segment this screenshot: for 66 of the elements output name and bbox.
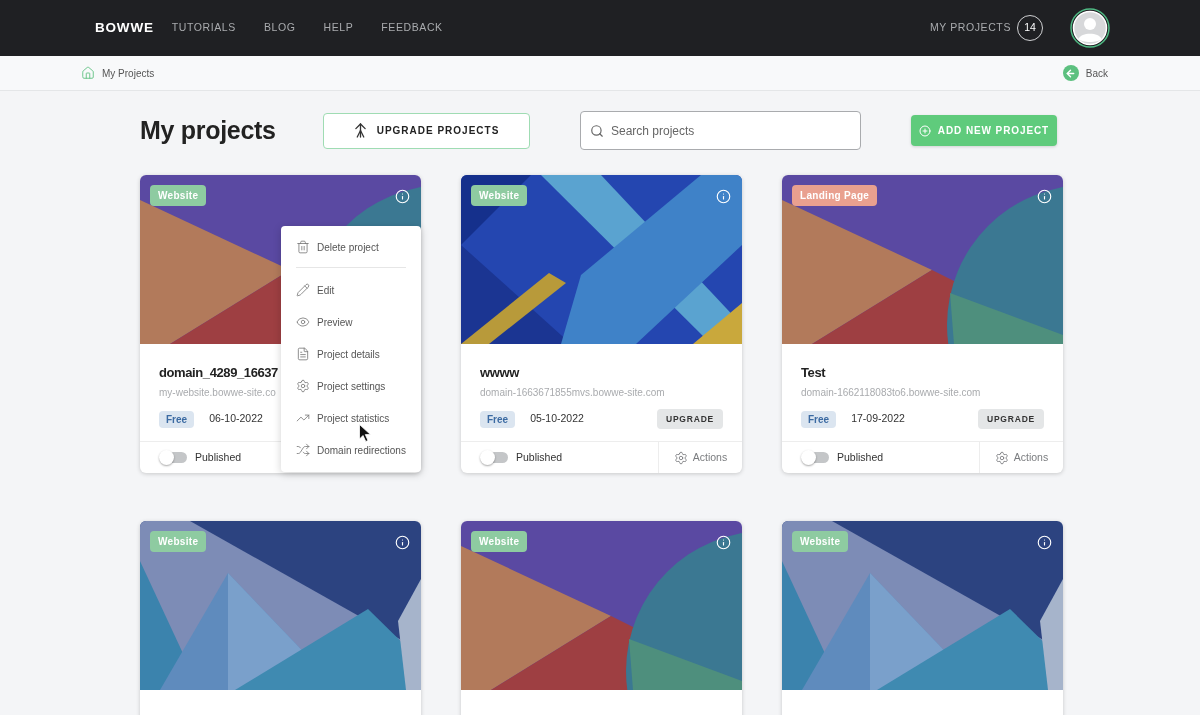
nav-link[interactable]: TUTORIALS <box>171 20 236 36</box>
nav-link[interactable]: BLOG <box>263 20 296 36</box>
published-label: Published <box>195 449 242 465</box>
info-icon[interactable] <box>395 535 410 550</box>
info-icon[interactable] <box>395 189 410 204</box>
gear-icon <box>296 379 310 393</box>
logo[interactable]: BOWWE <box>95 17 154 39</box>
avatar-icon[interactable] <box>1070 8 1110 48</box>
shuffle-icon <box>296 443 310 457</box>
type-badge: Website <box>792 531 849 552</box>
upgrade-button[interactable]: UPGRADE <box>978 409 1044 429</box>
actions-button[interactable]: Actions <box>658 442 742 473</box>
gear-icon <box>673 450 688 465</box>
plus-circle-icon <box>918 124 931 137</box>
domain-text: domain-1663671855mvs.bowwe-site.com <box>480 387 665 399</box>
menu-item[interactable]: Preview <box>281 306 421 338</box>
page-title: My projects <box>140 114 277 146</box>
published-label: Published <box>837 449 884 465</box>
published-label: Published <box>516 449 563 465</box>
plan-badge: Free <box>480 410 516 428</box>
info-icon[interactable] <box>716 535 731 550</box>
back-link[interactable]: Back <box>1062 65 1108 81</box>
search-field[interactable]: Search projects <box>580 111 861 150</box>
nav-link[interactable]: FEEDBACK <box>381 20 443 36</box>
info-icon[interactable] <box>1037 189 1052 204</box>
trash-icon <box>296 240 310 254</box>
info-icon[interactable] <box>1037 535 1052 550</box>
actions-button[interactable]: Actions <box>979 442 1063 473</box>
search-icon <box>590 123 604 138</box>
pencil-icon <box>296 283 310 297</box>
menu-item[interactable]: Project statistics <box>281 402 421 434</box>
type-badge: Website <box>471 185 528 206</box>
gear-icon <box>994 450 1009 465</box>
date-text: 06-10-2022 <box>209 411 263 427</box>
document-icon <box>296 347 310 361</box>
up-arrow-icon <box>353 123 367 138</box>
plan-badge: Free <box>159 410 195 428</box>
project-title: domain_4289_16637 <box>159 365 278 381</box>
menu-item[interactable]: Project settings <box>281 370 421 402</box>
plan-badge: Free <box>801 410 837 428</box>
menu-item[interactable]: Project details <box>281 338 421 370</box>
info-icon[interactable] <box>716 189 731 204</box>
menu-item[interactable]: Delete project <box>281 231 421 263</box>
domain-text: my-website.bowwe-site.co <box>159 387 276 399</box>
date-text: 05-10-2022 <box>530 411 584 427</box>
mouse-pointer-icon <box>359 424 372 442</box>
type-badge: Landing Page <box>792 185 878 206</box>
type-badge: Website <box>471 531 528 552</box>
eye-icon <box>296 315 310 329</box>
menu-item[interactable]: Domain redirections <box>281 434 421 466</box>
home-icon <box>81 66 95 80</box>
type-badge: Website <box>150 185 207 206</box>
publish-toggle[interactable] <box>801 450 829 465</box>
project-title: Test <box>801 365 826 381</box>
date-text: 17-09-2022 <box>851 411 905 427</box>
breadcrumb-link[interactable]: My Projects <box>81 65 155 81</box>
upgrade-projects-button[interactable]: UPGRADE PROJECTS <box>323 112 530 149</box>
type-badge: Website <box>150 531 207 552</box>
project-title: wwww <box>480 365 519 381</box>
upgrade-button[interactable]: UPGRADE <box>657 409 723 429</box>
menu-item[interactable]: Edit <box>281 274 421 306</box>
domain-text: domain-1662118083to6.bowwe-site.com <box>801 387 981 399</box>
publish-toggle[interactable] <box>480 450 508 465</box>
nav-link[interactable]: HELP <box>323 20 354 36</box>
publish-toggle[interactable] <box>159 450 187 465</box>
my-projects-link[interactable]: MY PROJECTS 14 <box>929 15 1043 41</box>
